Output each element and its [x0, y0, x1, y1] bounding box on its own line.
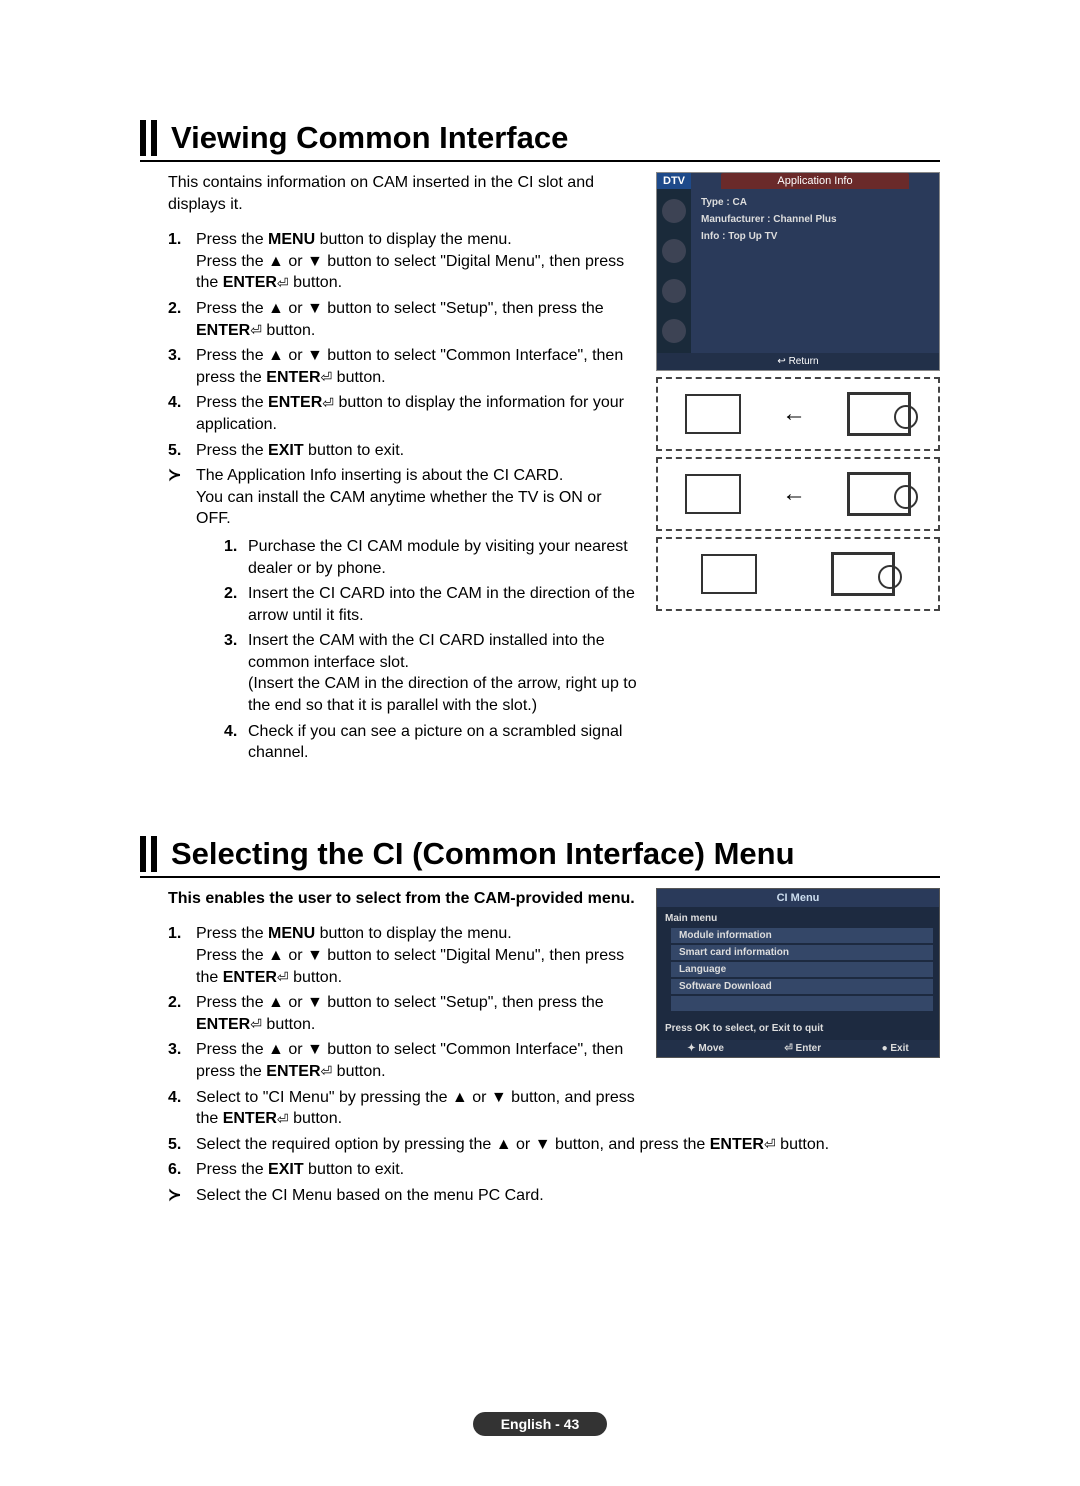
section2-steps: 1. Press the MENU button to display the …: [168, 923, 638, 1129]
step-text: Select the required option by pressing t…: [196, 1134, 829, 1156]
step-text: Press the ▲ or ▼ button to select "Commo…: [196, 1039, 638, 1082]
note-text: The Application Info inserting is about …: [196, 465, 638, 768]
step-text: Press the ▲ or ▼ button to select "Commo…: [196, 345, 638, 388]
osd-manufacturer: Manufacturer : Channel Plus: [701, 214, 929, 225]
note-pointer-icon: [168, 1185, 196, 1207]
step-text: Press the EXIT button to exit.: [196, 440, 404, 462]
section2-steps-cont: 5. Select the required option by pressin…: [168, 1134, 940, 1207]
osd-ci-item: Software Download: [671, 979, 933, 994]
osd-application-info: DTV Application Info Type : CA Manufactu…: [656, 172, 940, 371]
osd-ci-hint: Press OK to select, or Exit to quit: [657, 1017, 939, 1040]
osd-icon: [662, 319, 686, 343]
note-text: Select the CI Menu based on the menu PC …: [196, 1185, 544, 1207]
step-text: Press the ▲ or ▼ button to select "Setup…: [196, 992, 638, 1035]
osd-ci-title: CI Menu: [657, 889, 939, 907]
step-text: Press the EXIT button to exit.: [196, 1159, 404, 1181]
section1-intro: This contains information on CAM inserte…: [168, 172, 638, 215]
enter-icon: [321, 369, 333, 386]
osd-info: Info : Top Up TV: [701, 231, 929, 242]
osd-ci-move: ✦ Move: [687, 1043, 724, 1054]
step-text: Select to "CI Menu" by pressing the ▲ or…: [196, 1087, 638, 1130]
osd-ci-item: Smart card information: [671, 945, 933, 960]
osd-ci-exit: ● Exit: [882, 1043, 909, 1054]
osd-ci-item: Module information: [671, 928, 933, 943]
title-ornament: [140, 836, 157, 872]
osd-ci-item-blank: [671, 996, 933, 1011]
osd-ci-main-label: Main menu: [663, 911, 933, 926]
osd-ci-enter: ⏎ Enter: [784, 1043, 821, 1054]
section1-title: Viewing Common Interface: [171, 120, 568, 156]
enter-icon: [277, 969, 289, 986]
page-footer: English - 43: [0, 1412, 1080, 1436]
step-text: Press the ▲ or ▼ button to select "Setup…: [196, 298, 638, 341]
section-title-bar: Viewing Common Interface: [140, 120, 940, 162]
osd-sidebar-icons: [657, 189, 691, 353]
section-title-bar: Selecting the CI (Common Interface) Menu: [140, 836, 940, 878]
osd-icon: [662, 199, 686, 223]
page-number-pill: English - 43: [473, 1412, 608, 1436]
title-ornament: [140, 120, 157, 156]
enter-icon: [764, 1136, 776, 1153]
osd-tab-title: Application Info: [721, 173, 909, 189]
osd-dtv-badge: DTV: [657, 173, 691, 189]
diagram-insert-card: ←: [656, 377, 940, 451]
diagram-installed: [656, 537, 940, 611]
step-text: Press the ENTER button to display the in…: [196, 392, 638, 435]
enter-icon: [277, 1110, 289, 1127]
note-pointer-icon: [168, 465, 196, 768]
enter-icon: [250, 1016, 262, 1033]
step-text: Press the MENU button to display the men…: [196, 229, 638, 294]
osd-type: Type : CA: [701, 197, 929, 208]
osd-ci-item: Language: [671, 962, 933, 977]
diagram-insert-cam: ←: [656, 457, 940, 531]
enter-icon: [322, 394, 334, 411]
step-text: Press the MENU button to display the men…: [196, 923, 638, 988]
enter-icon: [250, 322, 262, 339]
osd-return-hint: ↩ Return: [657, 353, 939, 370]
enter-icon: [321, 1063, 333, 1080]
section2-intro: This enables the user to select from the…: [168, 888, 638, 910]
osd-ci-menu: CI Menu Main menu Module information Sma…: [656, 888, 940, 1058]
section2-title: Selecting the CI (Common Interface) Menu: [171, 836, 795, 872]
osd-icon: [662, 279, 686, 303]
osd-icon: [662, 239, 686, 263]
enter-icon: [277, 274, 289, 291]
section1-steps: 1. Press the MENU button to display the …: [168, 229, 638, 768]
